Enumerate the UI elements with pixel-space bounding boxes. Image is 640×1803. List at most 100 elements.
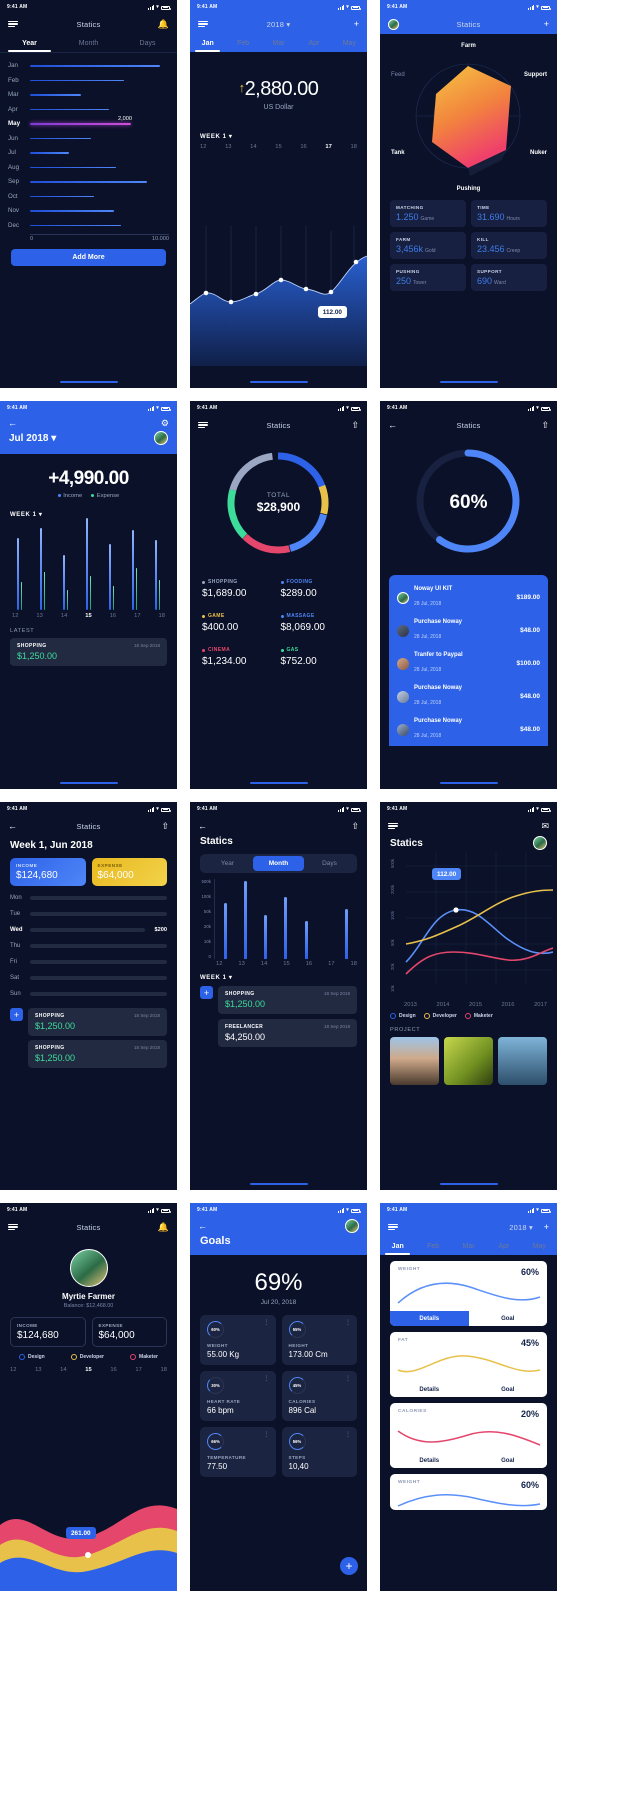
week-selector[interactable]: WEEK 1 ▾ (190, 967, 367, 981)
share-icon[interactable]: ⇧ (351, 420, 359, 430)
income-tile[interactable]: INCOME $124,680 (10, 1317, 86, 1347)
details-button[interactable]: Details (390, 1382, 469, 1397)
category-shopping[interactable]: SHOPPING $1,689.00 (202, 579, 277, 599)
back-arrow-icon[interactable]: ← (8, 418, 17, 428)
goal-button[interactable]: Goal (468, 1453, 547, 1468)
share-icon[interactable]: ⇧ (541, 420, 549, 430)
stat-card-time[interactable]: TIME 31.690 Hours (471, 200, 547, 227)
metric-card-weight-2[interactable]: WEIGHT 60% (390, 1474, 547, 1510)
add-more-button[interactable]: Add More (11, 249, 166, 267)
legend-design[interactable]: Design (390, 1013, 416, 1019)
transaction-card[interactable]: SHOPPING 18 Sep 2018 $1,250.00 (218, 986, 357, 1014)
week-selector[interactable]: WEEK 1 ▾ (0, 511, 177, 518)
project-thumbnail[interactable] (390, 1037, 439, 1085)
project-thumbnail[interactable] (444, 1037, 493, 1085)
avatar[interactable] (533, 836, 547, 850)
menu-icon[interactable] (8, 1223, 18, 1231)
menu-icon[interactable] (388, 1223, 398, 1231)
back-arrow-icon[interactable]: ← (8, 821, 17, 831)
income-tile[interactable]: INCOME $124,680 (10, 858, 86, 886)
goal-card-height[interactable]: ⋮ 55% HEIGHT 173.00 Cm (281, 1315, 357, 1365)
tab-year[interactable]: Year (0, 34, 59, 52)
bell-icon[interactable]: 🔔 (158, 1222, 169, 1232)
back-arrow-icon[interactable]: ← (198, 821, 207, 831)
stat-card-matching[interactable]: MATCHING 1.250 Game (390, 200, 466, 227)
tab-feb[interactable]: Feb (225, 34, 260, 52)
segment-year[interactable]: Year (202, 856, 253, 871)
menu-icon[interactable] (198, 20, 208, 28)
share-icon[interactable]: ⇧ (161, 821, 169, 831)
tab-may[interactable]: May (332, 34, 367, 52)
week-selector[interactable]: WEEK 1 ▾ (190, 133, 367, 140)
menu-icon[interactable] (198, 421, 208, 429)
transaction-card[interactable]: SHOPPING 18 Sep 2018 $1,250.00 (10, 638, 167, 666)
back-arrow-icon[interactable]: ← (388, 420, 397, 430)
add-goal-button[interactable]: + (340, 1557, 358, 1575)
avatar[interactable] (345, 1219, 359, 1233)
year-selector[interactable]: 2018 ▾ (190, 20, 367, 29)
goal-card-steps[interactable]: ⋮ 56% STEPS 10,40 (281, 1427, 357, 1477)
category-gas[interactable]: GAS $752.00 (280, 647, 356, 667)
goal-card-heart-rate[interactable]: ⋮ 30% HEART RATE 66 bpm (200, 1371, 276, 1421)
add-icon[interactable]: + (544, 1222, 549, 1232)
avatar[interactable] (388, 18, 399, 30)
details-button[interactable]: Details (390, 1311, 469, 1326)
mail-icon[interactable]: ✉ (541, 821, 549, 831)
details-button[interactable]: Details (390, 1453, 469, 1468)
menu-icon[interactable] (388, 822, 398, 830)
transaction-card[interactable]: SHOPPING 18 Sep 2018 $1,250.00 (28, 1008, 167, 1036)
list-item[interactable]: Noway UI KIT 28 Jul, 2018 $189.00 (389, 581, 548, 614)
list-item[interactable]: Purchase Noway 28 Jul, 2018 $48.00 (389, 680, 548, 713)
avatar[interactable] (154, 431, 168, 445)
list-item[interactable]: Tranfer to Paypal 28 Jul, 2018 $100.00 (389, 647, 548, 680)
tab-jan[interactable]: Jan (380, 1237, 415, 1255)
legend-maketer[interactable]: Maketer (464, 1013, 493, 1019)
tab-apr[interactable]: Apr (486, 1237, 521, 1255)
add-icon[interactable]: + (354, 19, 359, 29)
add-transaction-button[interactable]: + (10, 1008, 23, 1021)
share-icon[interactable]: ⇧ (351, 821, 359, 831)
tab-mar[interactable]: Mar (261, 34, 296, 52)
metric-card-calories[interactable]: CALORIES 20% Details Goal (390, 1403, 547, 1468)
more-icon[interactable]: ⋮ (264, 1320, 270, 1326)
add-transaction-button[interactable]: + (200, 986, 213, 999)
category-cinema[interactable]: CINEMA $1,234.00 (202, 647, 277, 667)
goal-button[interactable]: Goal (468, 1382, 547, 1397)
list-item[interactable]: Purchase Noway 28 Jul, 2018 $48.00 (389, 614, 548, 647)
avatar[interactable] (69, 1249, 108, 1287)
legend-developer[interactable]: Developer (423, 1013, 457, 1019)
goal-card-temperature[interactable]: ⋮ 66% TEMPERATURE 77.50 (200, 1427, 276, 1477)
chip-maketer[interactable]: Maketer (130, 1354, 158, 1360)
expense-tile[interactable]: EXPENSE $64,000 (91, 858, 167, 886)
tab-mar[interactable]: Mar (451, 1237, 486, 1255)
stat-card-pushing[interactable]: PUSHING 250 Tower (390, 264, 466, 291)
gear-icon[interactable]: ⚙ (161, 418, 169, 428)
segment-days[interactable]: Days (304, 856, 355, 871)
metric-card-fat[interactable]: FAT 45% Details Goal (390, 1332, 547, 1397)
more-icon[interactable]: ⋮ (345, 1432, 351, 1438)
stat-card-support[interactable]: SUPPORT 690 Ward (471, 264, 547, 291)
add-icon[interactable]: + (544, 19, 549, 29)
goal-card-weight[interactable]: ⋮ 60% WEIGHT 55.00 Kg (200, 1315, 276, 1365)
bell-icon[interactable]: 🔔 (158, 19, 169, 29)
transaction-card[interactable]: FREELANCER 18 Sep 2018 $4,250.00 (218, 1019, 357, 1047)
category-massage[interactable]: MASSAGE $8,069.00 (280, 613, 356, 633)
menu-icon[interactable] (8, 20, 18, 28)
more-icon[interactable]: ⋮ (264, 1376, 270, 1382)
list-item[interactable]: Purchase Noway 28 Jul, 2018 $48.00 (389, 713, 548, 746)
back-arrow-icon[interactable]: ← (198, 1221, 207, 1231)
month-selector[interactable]: Jul 2018 ▾ (9, 433, 56, 444)
expense-tile[interactable]: EXPENSE $64,000 (91, 1317, 167, 1347)
chip-developer[interactable]: Developer (70, 1354, 104, 1360)
goal-button[interactable]: Goal (468, 1311, 547, 1326)
stat-card-farm[interactable]: FARM 3,456k Gold (390, 232, 466, 259)
goal-card-calories[interactable]: ⋮ 45% CALORIES 896 Cal (281, 1371, 357, 1421)
tab-may[interactable]: May (522, 1237, 557, 1255)
segment-month[interactable]: Month (253, 856, 304, 871)
stat-card-kill[interactable]: KILL 23.456 Creep (471, 232, 547, 259)
more-icon[interactable]: ⋮ (345, 1376, 351, 1382)
tab-feb[interactable]: Feb (415, 1237, 450, 1255)
tab-days[interactable]: Days (118, 34, 177, 52)
year-selector[interactable]: 2018 ▾ (509, 1223, 533, 1232)
chip-design[interactable]: Design (19, 1354, 45, 1360)
